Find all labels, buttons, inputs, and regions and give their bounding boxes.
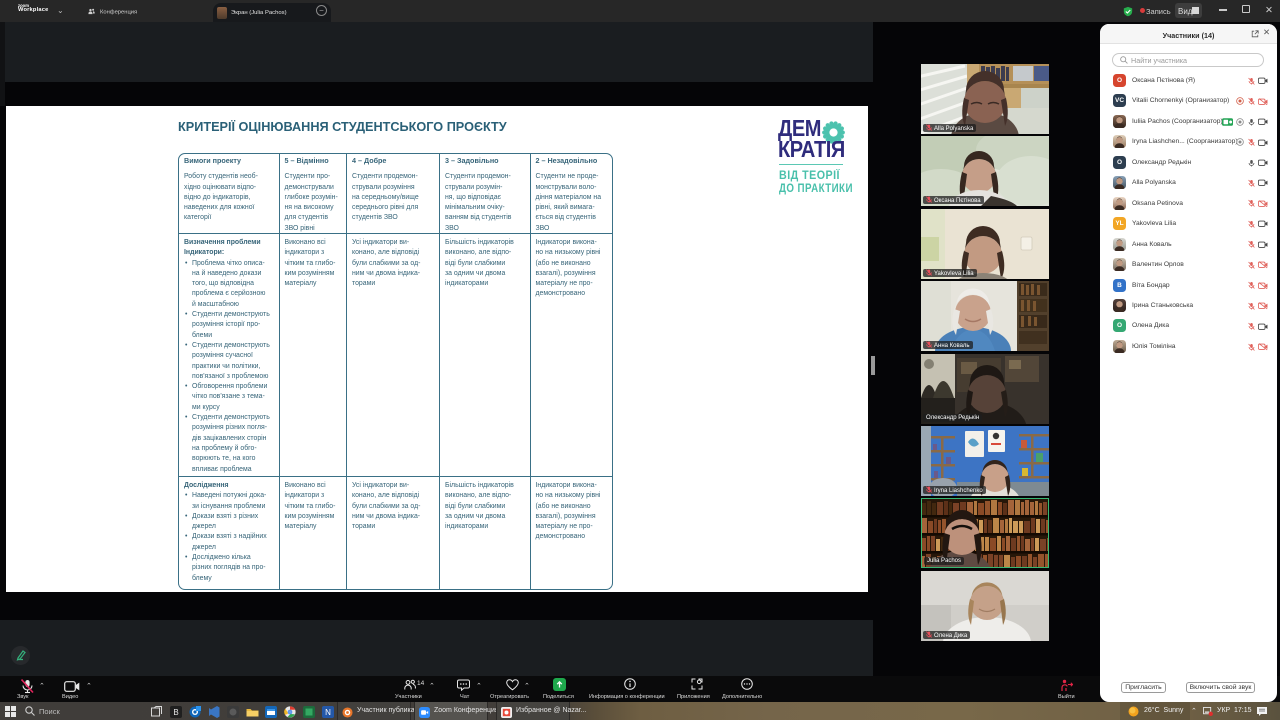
- svg-text:B: B: [173, 708, 178, 717]
- svg-text:N: N: [325, 708, 331, 717]
